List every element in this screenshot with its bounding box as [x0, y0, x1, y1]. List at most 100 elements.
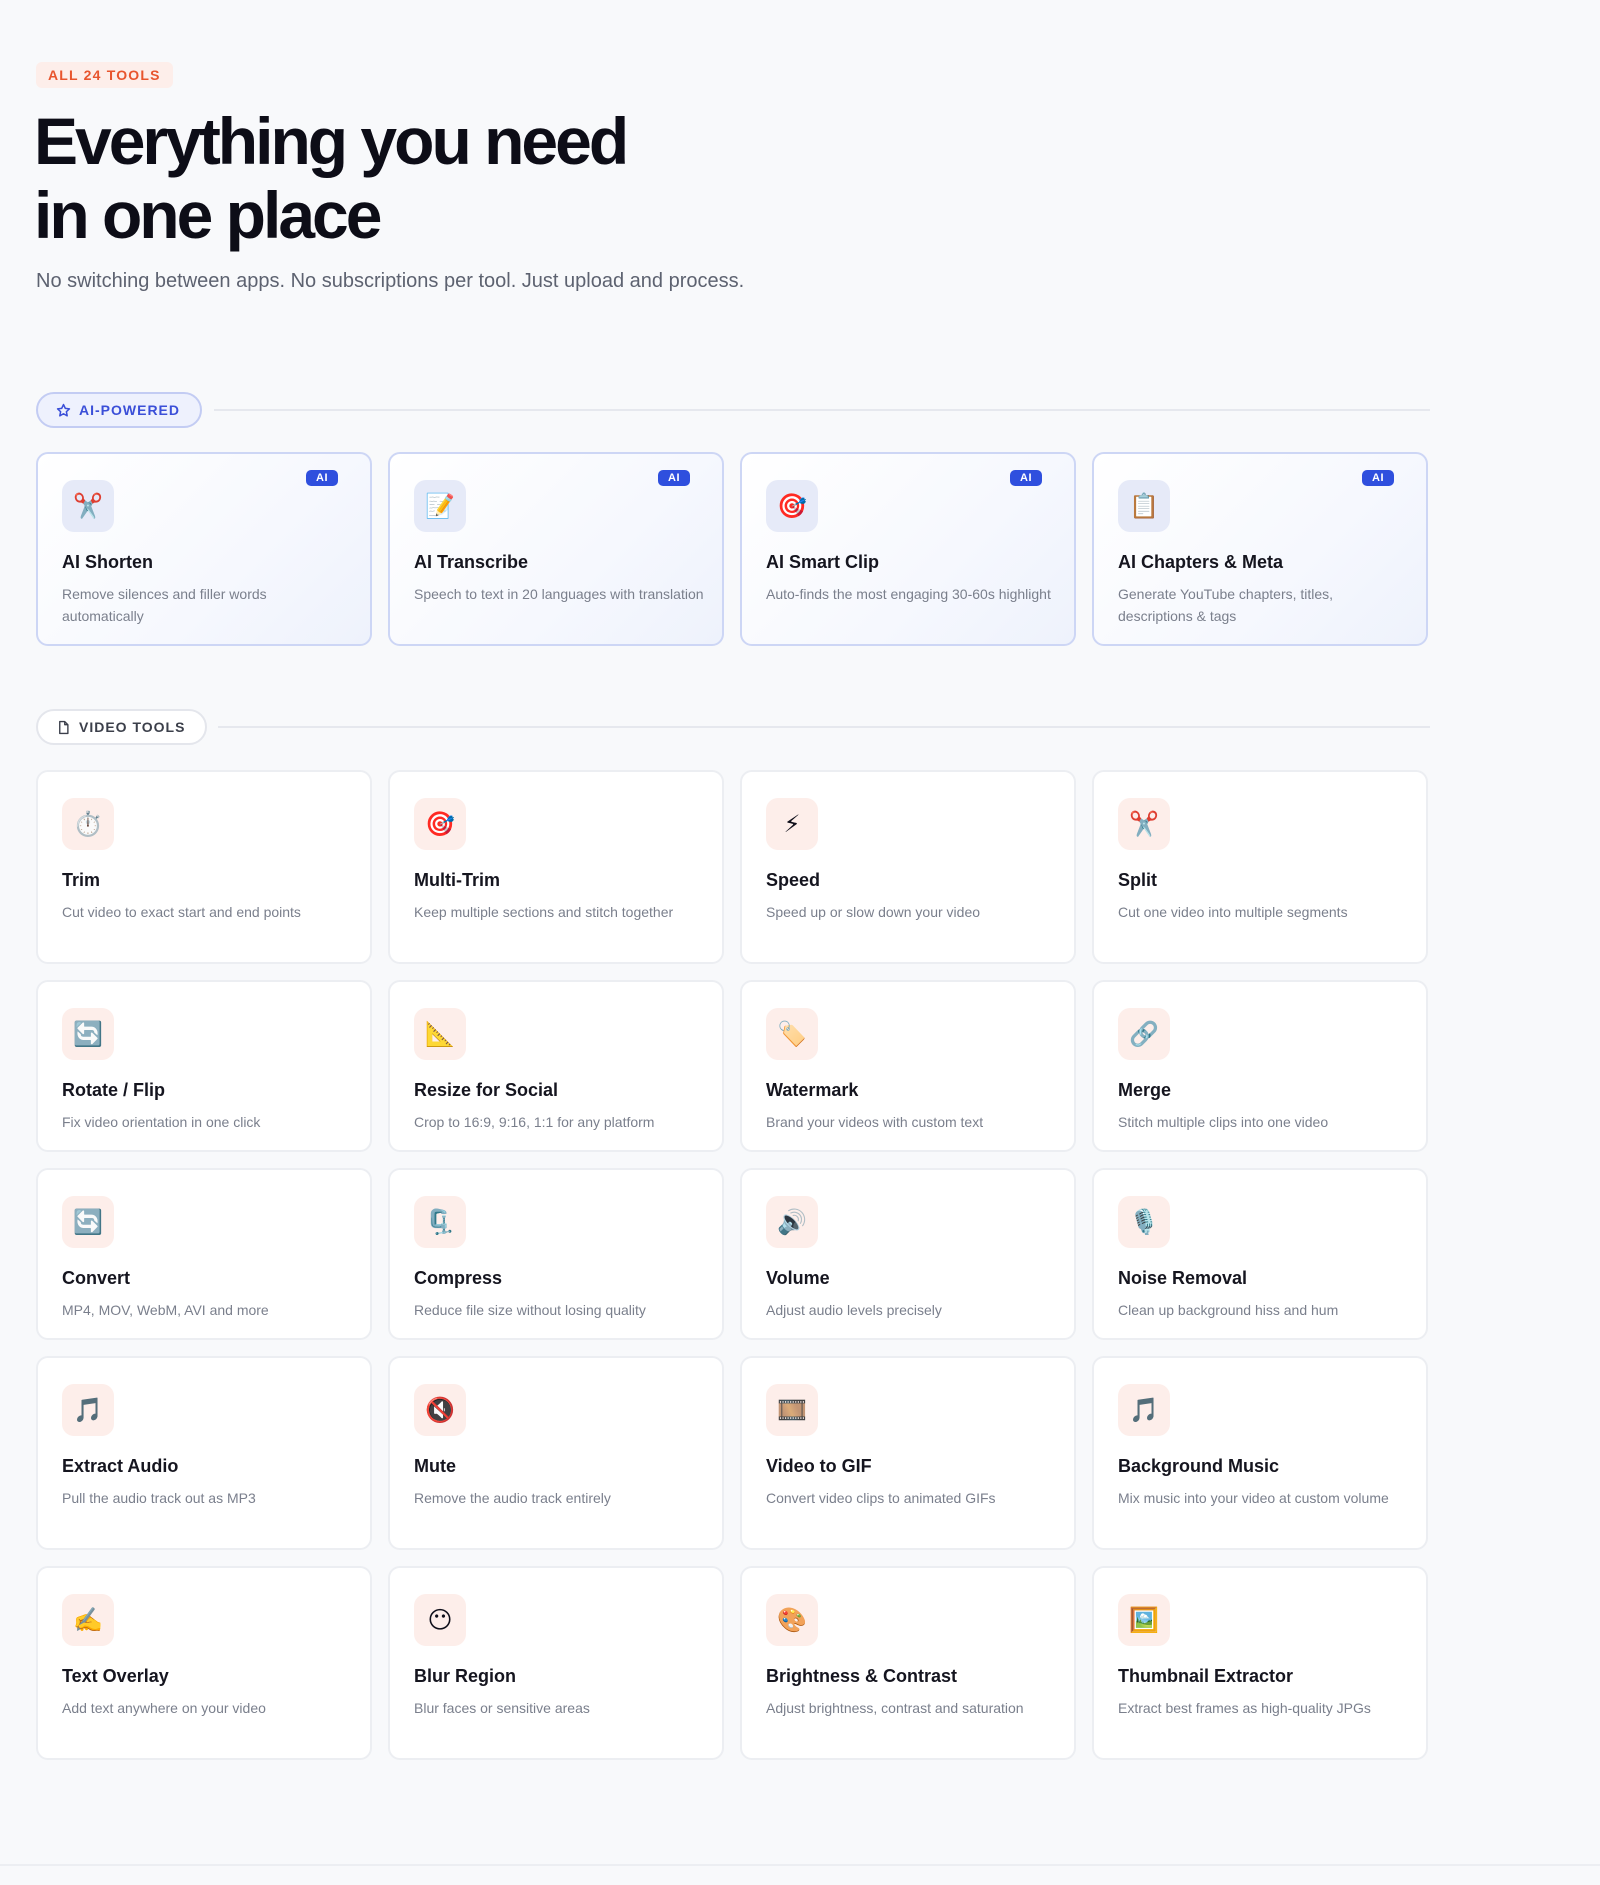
- tool-card-volume[interactable]: 🔊 Volume Adjust audio levels precisely: [740, 1168, 1076, 1340]
- speaker-icon: 🔊: [766, 1196, 818, 1248]
- tool-card-rotate-flip[interactable]: 🔄 Rotate / Flip Fix video orientation in o…: [36, 980, 372, 1152]
- tool-card-title: Thumbnail Extractor: [1118, 1666, 1294, 1686]
- footer-divider: [0, 1864, 1600, 1866]
- tool-card-title: Speed: [766, 870, 821, 890]
- tool-card-title: Mute: [414, 1456, 456, 1476]
- writing-hand-icon: ✍️: [62, 1594, 114, 1646]
- tool-card-title: AI Chapters & Meta: [1118, 552, 1284, 572]
- scissors-icon: ✂️: [62, 480, 114, 532]
- tool-card-speed[interactable]: ⚡ Speed Speed up or slow down your video: [740, 770, 1076, 964]
- music-note-icon: 🎵: [62, 1384, 114, 1436]
- tool-card-title: Trim: [62, 870, 101, 890]
- tool-card-mute[interactable]: 🔇 Mute Remove the audio track entirely: [388, 1356, 724, 1550]
- lightning-icon: ⚡: [766, 798, 818, 850]
- tool-card-title: Background Music: [1118, 1456, 1280, 1476]
- tool-card-video-to-gif[interactable]: 🎞️ Video to GIF Convert video clips to ani…: [740, 1356, 1076, 1550]
- tool-card-multi-trim[interactable]: 🎯 Multi-Trim Keep multiple sections and st…: [388, 770, 724, 964]
- tools-count-eyebrow: ALL 24 TOOLS: [36, 62, 173, 88]
- tool-card-title: AI Transcribe: [414, 552, 529, 572]
- tool-card-title: Noise Removal: [1118, 1268, 1248, 1288]
- tool-card-compress[interactable]: 🗜️ Compress Reduce file size without losin…: [388, 1168, 724, 1340]
- tool-card-description: Keep multiple sections and stitch togeth…: [414, 904, 674, 920]
- tool-card-description: Reduce file size without losing quality: [414, 1302, 646, 1318]
- tool-card-title: Watermark: [766, 1080, 859, 1100]
- ai-powered-label: AI-POWERED: [79, 402, 180, 418]
- tool-card-title: Resize for Social: [414, 1080, 559, 1100]
- title-line-2: in one place: [34, 178, 382, 252]
- tool-card-description: Blur faces or sensitive areas: [414, 1700, 590, 1716]
- tool-card-extract-audio[interactable]: 🎵 Extract Audio Pull the audio track out a…: [36, 1356, 372, 1550]
- tool-card-watermark[interactable]: 🏷️ Watermark Brand your videos with custom…: [740, 980, 1076, 1152]
- mute-icon: 🔇: [414, 1384, 466, 1436]
- tool-card-ai-chapters-meta[interactable]: 📋 AI AI Chapters & Meta Generate YouTube ch…: [1092, 452, 1428, 646]
- page-title: Everything you need in one place: [34, 104, 754, 252]
- tool-card-description: Remove silences and filler words automat…: [62, 586, 267, 624]
- tool-card-text-overlay[interactable]: ✍️ Text Overlay Add text anywhere on your …: [36, 1566, 372, 1760]
- rotate-icon: 🔄: [62, 1008, 114, 1060]
- tool-card-description: Adjust brightness, contrast and saturati…: [766, 1700, 1024, 1716]
- ai-tools-grid: ✂️ AI AI Shorten Remove silences and filler…: [36, 452, 1428, 646]
- video-section-divider: [218, 726, 1430, 728]
- tool-card-noise-removal[interactable]: 🎙️ Noise Removal Clean up background hiss …: [1092, 1168, 1428, 1340]
- tool-card-description: Convert video clips to animated GIFs: [766, 1490, 996, 1506]
- tool-card-title: AI Smart Clip: [766, 552, 880, 572]
- tool-card-title: Convert: [62, 1268, 131, 1288]
- tag-icon: 🏷️: [766, 1008, 818, 1060]
- tool-card-description: Add text anywhere on your video: [62, 1700, 266, 1716]
- tool-card-description: Pull the audio track out as MP3: [62, 1490, 256, 1506]
- ai-powered-pill: AI-POWERED: [36, 392, 202, 428]
- tool-card-description: Speech to text in 20 languages with tran…: [414, 586, 704, 602]
- tool-card-brightness-contrast[interactable]: 🎨 Brightness & Contrast Adjust brightness,…: [740, 1566, 1076, 1760]
- ai-section-header: AI-POWERED: [36, 392, 1430, 428]
- page-subtitle: No switching between apps. No subscripti…: [36, 270, 745, 292]
- tool-card-description: Auto-finds the most engaging 30-60s high…: [766, 586, 1051, 602]
- tool-card-description: Fix video orientation in one click: [62, 1114, 261, 1130]
- framed-picture-icon: 🖼️: [1118, 1594, 1170, 1646]
- file-icon: [59, 720, 69, 734]
- tool-card-ai-smart-clip[interactable]: 🎯 AI AI Smart Clip Auto-finds the most enga…: [740, 452, 1076, 646]
- tool-card-background-music[interactable]: 🎵 Background Music Mix music into your vid…: [1092, 1356, 1428, 1550]
- tool-card-title: Extract Audio: [62, 1456, 179, 1476]
- tool-card-trim[interactable]: ⏱️ Trim Cut video to exact start and end p…: [36, 770, 372, 964]
- tool-card-title: Volume: [766, 1268, 830, 1288]
- video-tools-label: VIDEO TOOLS: [79, 719, 186, 735]
- video-section-header: VIDEO TOOLS: [36, 709, 1430, 745]
- tool-card-title: Brightness & Contrast: [766, 1666, 958, 1686]
- tool-card-ai-transcribe[interactable]: 📝 AI AI Transcribe Speech to text in 20 lan…: [388, 452, 724, 646]
- ai-badge: AI: [658, 470, 690, 486]
- tool-card-description: MP4, MOV, WebM, AVI and more: [62, 1302, 269, 1318]
- tool-card-split[interactable]: ✂️ Split Cut one video into multiple segme…: [1092, 770, 1428, 964]
- tool-card-resize-for-social[interactable]: 📐 Resize for Social Crop to 16:9, 9:16, 1:…: [388, 980, 724, 1152]
- ai-badge: AI: [306, 470, 338, 486]
- tool-card-blur-region[interactable]: 😶 Blur Region Blur faces or sensitive area…: [388, 1566, 724, 1760]
- scissors-icon: ✂️: [1118, 798, 1170, 850]
- ai-badge: AI: [1010, 470, 1042, 486]
- ai-section-divider: [214, 409, 1430, 411]
- tool-card-description: Generate YouTube chapters, titles, descr…: [1118, 586, 1334, 624]
- film-frames-icon: 🎞️: [766, 1384, 818, 1436]
- title-line-1: Everything you need: [34, 104, 629, 178]
- tool-card-title: Blur Region: [414, 1666, 516, 1686]
- link-icon: 🔗: [1118, 1008, 1170, 1060]
- target-icon: 🎯: [414, 798, 466, 850]
- palette-icon: 🎨: [766, 1594, 818, 1646]
- tool-card-convert[interactable]: 🔄 Convert MP4, MOV, WebM, AVI and more: [36, 1168, 372, 1340]
- tool-card-description: Crop to 16:9, 9:16, 1:1 for any platform: [414, 1114, 655, 1130]
- tool-card-description: Cut one video into multiple segments: [1118, 904, 1348, 920]
- tool-card-title: Multi-Trim: [414, 870, 500, 890]
- target-icon: 🎯: [766, 480, 818, 532]
- tool-card-description: Extract best frames as high-quality JPGs: [1118, 1700, 1371, 1716]
- tool-card-title: Compress: [414, 1268, 503, 1288]
- tool-card-description: Remove the audio track entirely: [414, 1490, 611, 1506]
- tool-card-title: Video to GIF: [766, 1456, 872, 1476]
- tool-card-description: Mix music into your video at custom volu…: [1118, 1490, 1389, 1506]
- clamp-icon: 🗜️: [414, 1196, 466, 1248]
- tool-card-title: Text Overlay: [62, 1666, 169, 1686]
- tool-card-description: Clean up background hiss and hum: [1118, 1302, 1339, 1318]
- tool-card-merge[interactable]: 🔗 Merge Stitch multiple clips into one vid…: [1092, 980, 1428, 1152]
- tool-card-thumbnail-extractor[interactable]: 🖼️ Thumbnail Extractor Extract best frames…: [1092, 1566, 1428, 1760]
- tool-card-ai-shorten[interactable]: ✂️ AI AI Shorten Remove silences and filler…: [36, 452, 372, 646]
- microphone-icon: 🎙️: [1118, 1196, 1170, 1248]
- convert-icon: 🔄: [62, 1196, 114, 1248]
- tool-card-title: Merge: [1118, 1080, 1172, 1100]
